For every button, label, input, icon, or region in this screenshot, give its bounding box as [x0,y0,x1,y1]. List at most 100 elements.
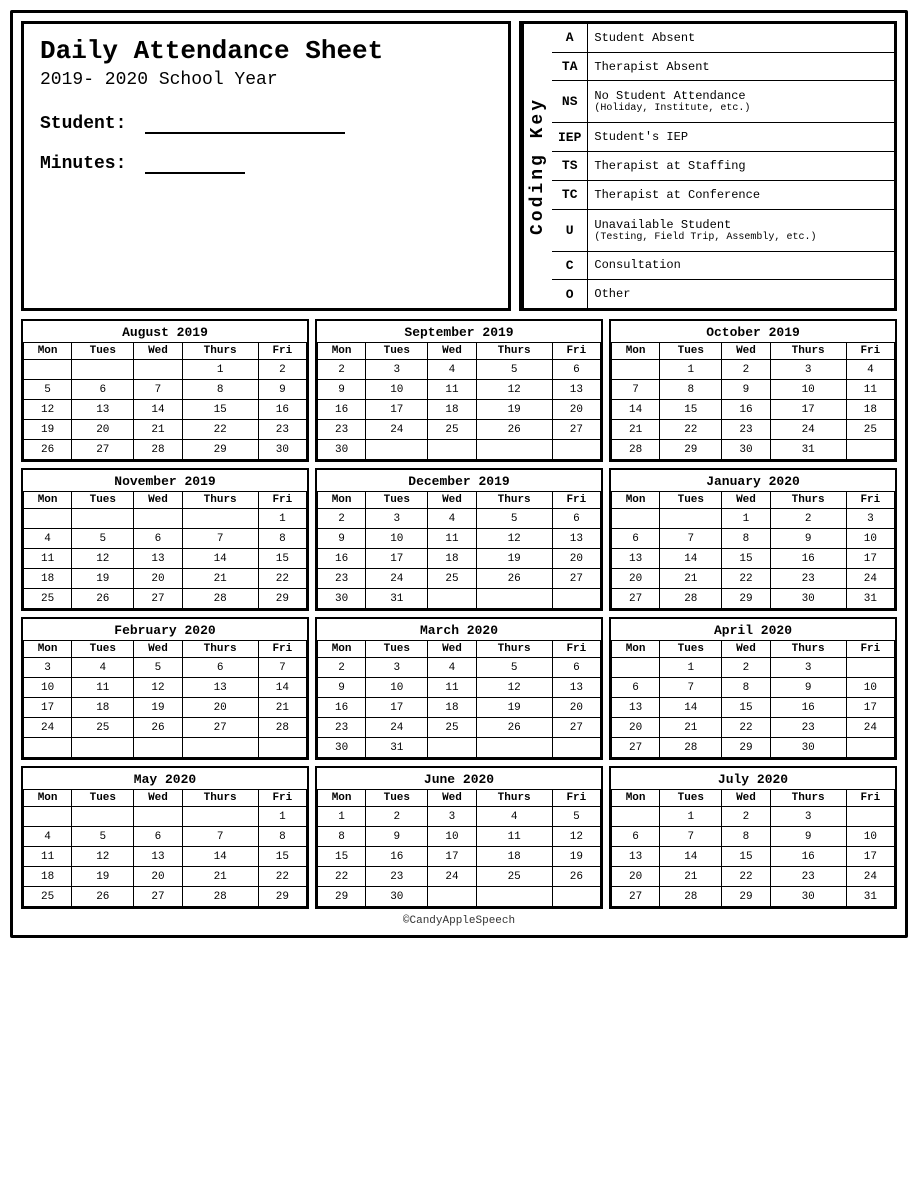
calendar-cell[interactable]: 14 [258,678,306,698]
calendar-cell[interactable]: 23 [258,420,306,440]
calendar-cell[interactable]: 24 [24,718,72,738]
calendar-cell[interactable]: 23 [770,718,846,738]
calendar-cell[interactable]: 21 [660,718,722,738]
calendar-cell[interactable]: 27 [612,589,660,609]
calendar-cell[interactable] [366,440,428,460]
calendar-cell[interactable]: 24 [846,867,894,887]
calendar-cell[interactable]: 21 [612,420,660,440]
calendar-cell[interactable]: 8 [660,380,722,400]
calendar-cell[interactable]: 20 [552,400,600,420]
calendar-cell[interactable]: 24 [770,420,846,440]
calendar-cell[interactable]: 1 [660,807,722,827]
calendar-cell[interactable]: 26 [134,718,182,738]
calendar-cell[interactable] [72,509,134,529]
calendar-cell[interactable]: 13 [134,847,182,867]
calendar-cell[interactable] [134,738,182,758]
calendar-cell[interactable]: 23 [722,420,770,440]
calendar-cell[interactable]: 29 [722,589,770,609]
calendar-cell[interactable]: 15 [182,400,258,420]
calendar-cell[interactable]: 13 [612,847,660,867]
calendar-cell[interactable]: 10 [770,380,846,400]
calendar-cell[interactable]: 6 [552,509,600,529]
calendar-cell[interactable]: 20 [182,698,258,718]
calendar-cell[interactable]: 20 [552,549,600,569]
calendar-cell[interactable]: 15 [318,847,366,867]
calendar-cell[interactable]: 29 [258,887,306,907]
calendar-cell[interactable] [428,887,476,907]
calendar-cell[interactable]: 6 [612,529,660,549]
calendar-cell[interactable]: 31 [366,738,428,758]
calendar-cell[interactable]: 20 [612,867,660,887]
calendar-cell[interactable]: 24 [846,718,894,738]
calendar-cell[interactable]: 30 [770,589,846,609]
calendar-cell[interactable]: 18 [428,698,476,718]
calendar-cell[interactable]: 2 [318,509,366,529]
calendar-cell[interactable]: 10 [846,529,894,549]
calendar-cell[interactable]: 25 [846,420,894,440]
calendar-cell[interactable]: 5 [134,658,182,678]
calendar-cell[interactable]: 12 [24,400,72,420]
calendar-cell[interactable]: 4 [72,658,134,678]
calendar-cell[interactable]: 11 [846,380,894,400]
calendar-cell[interactable]: 30 [770,887,846,907]
calendar-cell[interactable]: 17 [428,847,476,867]
calendar-cell[interactable]: 20 [134,569,182,589]
calendar-cell[interactable]: 30 [722,440,770,460]
calendar-cell[interactable]: 24 [366,420,428,440]
calendar-cell[interactable] [182,807,258,827]
calendar-cell[interactable]: 3 [366,509,428,529]
calendar-cell[interactable]: 21 [258,698,306,718]
calendar-cell[interactable]: 15 [722,698,770,718]
calendar-cell[interactable]: 6 [182,658,258,678]
calendar-cell[interactable]: 10 [428,827,476,847]
calendar-cell[interactable]: 12 [552,827,600,847]
calendar-cell[interactable]: 1 [258,807,306,827]
calendar-cell[interactable]: 15 [660,400,722,420]
calendar-cell[interactable]: 22 [258,569,306,589]
calendar-cell[interactable]: 28 [612,440,660,460]
calendar-cell[interactable]: 3 [770,658,846,678]
calendar-cell[interactable] [24,738,72,758]
calendar-cell[interactable]: 26 [552,867,600,887]
calendar-cell[interactable]: 30 [318,440,366,460]
calendar-cell[interactable]: 16 [318,549,366,569]
calendar-cell[interactable]: 21 [134,420,182,440]
calendar-cell[interactable]: 18 [24,569,72,589]
calendar-cell[interactable]: 4 [428,509,476,529]
calendar-cell[interactable]: 17 [846,549,894,569]
calendar-cell[interactable]: 29 [318,887,366,907]
calendar-cell[interactable]: 5 [552,807,600,827]
calendar-cell[interactable]: 6 [72,380,134,400]
calendar-cell[interactable]: 28 [660,887,722,907]
calendar-cell[interactable]: 27 [552,569,600,589]
calendar-cell[interactable]: 6 [552,360,600,380]
calendar-cell[interactable] [660,509,722,529]
calendar-cell[interactable]: 23 [318,718,366,738]
calendar-cell[interactable]: 9 [770,529,846,549]
calendar-cell[interactable]: 23 [318,420,366,440]
calendar-cell[interactable]: 30 [318,589,366,609]
calendar-cell[interactable]: 19 [72,569,134,589]
calendar-cell[interactable]: 9 [258,380,306,400]
calendar-cell[interactable]: 9 [366,827,428,847]
calendar-cell[interactable]: 23 [366,867,428,887]
calendar-cell[interactable]: 11 [24,549,72,569]
calendar-cell[interactable]: 5 [476,509,552,529]
calendar-cell[interactable]: 21 [660,569,722,589]
calendar-cell[interactable]: 31 [366,589,428,609]
calendar-cell[interactable]: 18 [24,867,72,887]
calendar-cell[interactable] [552,738,600,758]
calendar-cell[interactable]: 3 [846,509,894,529]
calendar-cell[interactable]: 13 [552,380,600,400]
calendar-cell[interactable]: 27 [134,589,182,609]
calendar-cell[interactable]: 9 [722,380,770,400]
calendar-cell[interactable]: 10 [366,529,428,549]
calendar-cell[interactable]: 15 [258,549,306,569]
calendar-cell[interactable]: 19 [476,400,552,420]
calendar-cell[interactable]: 2 [258,360,306,380]
calendar-cell[interactable] [552,887,600,907]
calendar-cell[interactable]: 3 [770,360,846,380]
calendar-cell[interactable]: 9 [770,827,846,847]
calendar-cell[interactable]: 7 [182,827,258,847]
calendar-cell[interactable]: 30 [318,738,366,758]
